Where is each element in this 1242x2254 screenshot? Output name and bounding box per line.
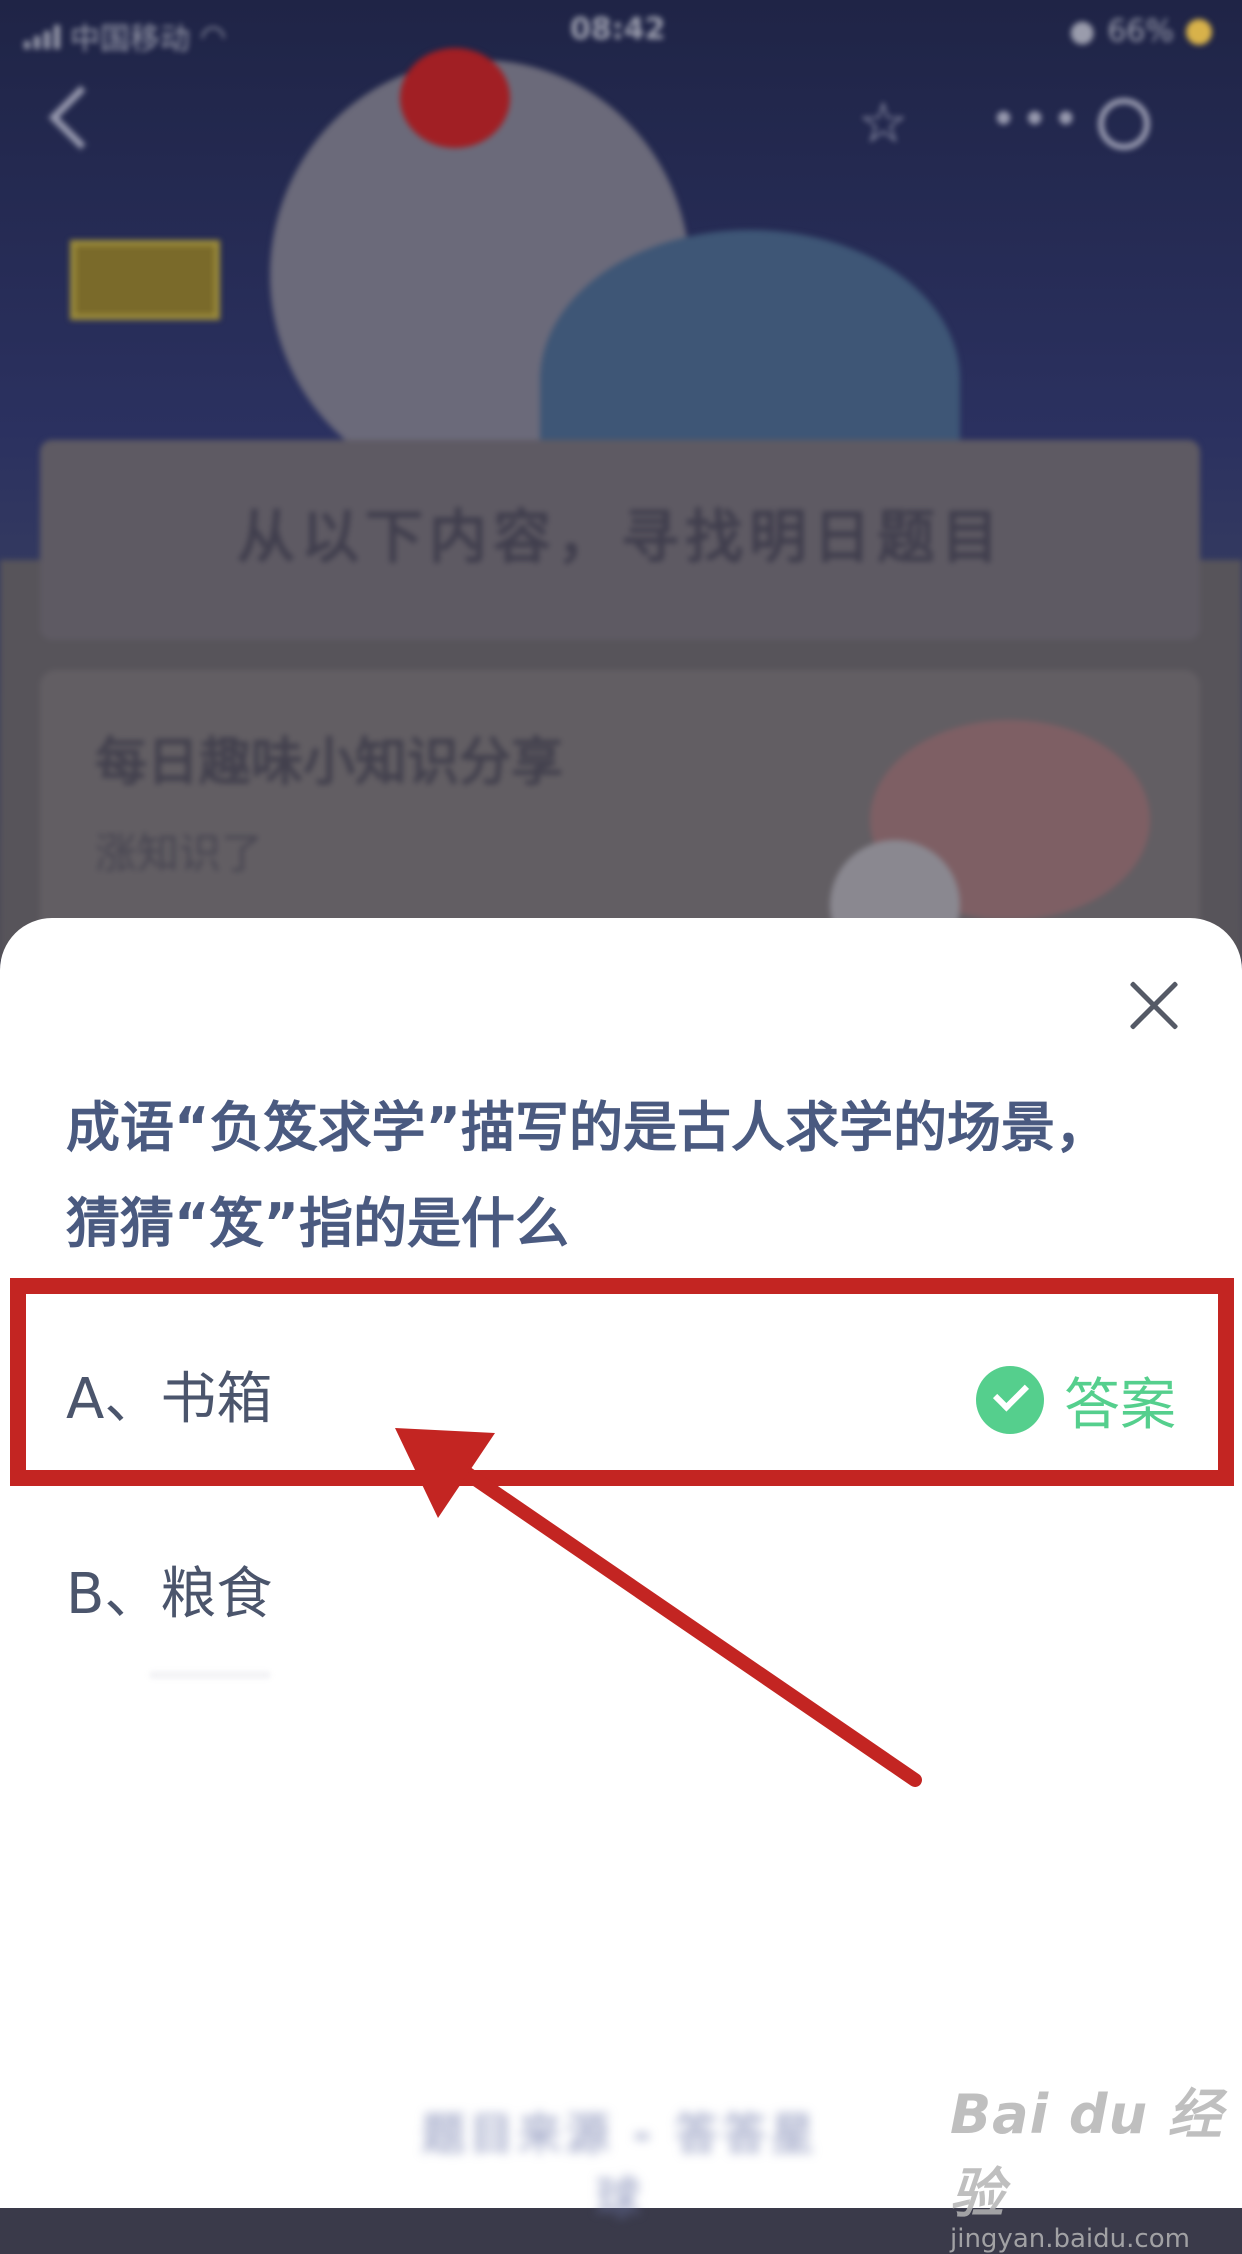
back-icon[interactable]: [48, 85, 113, 150]
signal-icon: [24, 23, 60, 49]
header-card-title: 从以下内容，寻找明日题目: [236, 503, 1005, 571]
option-b-letter: B: [66, 1562, 105, 1627]
close-icon[interactable]: [1128, 980, 1180, 1032]
status-right: ● 66%: [1069, 14, 1212, 49]
close-miniprogram-icon[interactable]: [1098, 98, 1150, 150]
badge-icon: [70, 240, 220, 320]
status-time: 08:42: [570, 12, 666, 47]
option-b-text: 、粮食: [104, 1562, 273, 1627]
info-card-subtitle: 涨知识了: [95, 829, 264, 878]
quiz-question: 成语“负笈求学”描写的是古人求学的场景，猜猜“笈”指的是什么: [66, 1096, 1109, 1255]
status-bar: 中国移动 ◠ 08:42 ● 66%: [0, 0, 1242, 64]
watermark-brand: Bai du 经验: [950, 2083, 1223, 2225]
more-icon[interactable]: •••: [990, 92, 1083, 146]
battery-percent: 66%: [1107, 14, 1174, 49]
background-page: 从以下内容，寻找明日题目 每日趣味小知识分享 涨知识了 中国移动 ◠ 08:42…: [0, 0, 1242, 960]
star-icon[interactable]: ☆: [858, 96, 908, 152]
faded-divider: [150, 1672, 270, 1678]
carrier-label: 中国移动: [70, 22, 190, 57]
wifi-icon: ◠: [200, 18, 227, 54]
info-card-title: 每日趣味小知识分享: [95, 733, 564, 793]
watermark-url: jingyan.baidu.com: [950, 2224, 1190, 2254]
option-b[interactable]: B、粮食: [66, 1540, 1176, 1650]
watermark: Bai du 经验 jingyan.baidu.com: [950, 2070, 1242, 2254]
answer-highlight-box: [10, 1278, 1234, 1486]
battery-icon: [1186, 18, 1212, 45]
source-link[interactable]: 题目来源 - 答答星球: [420, 2098, 820, 2224]
status-left: 中国移动 ◠: [24, 14, 226, 58]
alarm-icon: ●: [1069, 14, 1096, 49]
